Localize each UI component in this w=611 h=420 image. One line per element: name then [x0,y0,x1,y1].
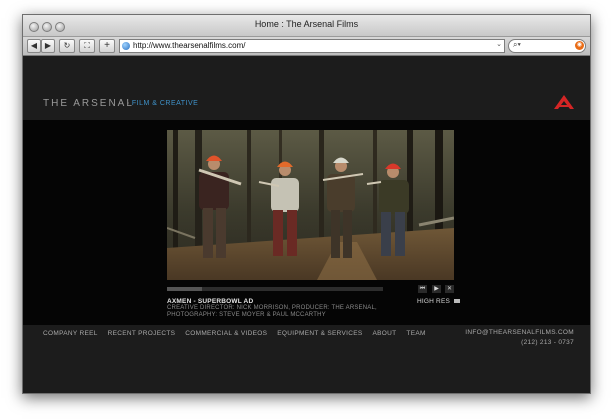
video-progress-bar[interactable] [167,287,383,291]
rss-icon[interactable]: ◉ [575,41,584,50]
high-res-link[interactable]: HIGH RES [417,298,461,305]
high-res-icon [454,299,461,304]
reload-button[interactable]: ↻ [59,39,75,53]
footer-nav-item[interactable]: COMPANY REEL [43,330,98,337]
tagline-text: FILM & CREATIVE [131,100,199,107]
contact-email[interactable]: INFO@THEARSENALFILMS.COM [465,328,574,338]
browser-toolbar: ◀ ▶ ↻ ⛶ + http://www.thearsenalfilms.com… [23,37,590,56]
footer-nav-item[interactable]: COMMERCIAL & VIDEOS [185,330,267,337]
video-credits: CREATIVE DIRECTOR: NICK MORRISON, PRODUC… [167,305,377,318]
high-res-label: HIGH RES [417,298,451,305]
play-icon[interactable]: ▶ [432,285,441,293]
video-stage: ⏮ ▶ ✕ AXMEN - SUPERBOWL AD CREATIVE DIRE… [23,120,590,325]
title-bar: Home : The Arsenal Films [23,15,590,37]
site-footer: COMPANY REEL RECENT PROJECTS COMMERCIAL & … [23,325,590,393]
footer-nav-item[interactable]: EQUIPMENT & SERVICES [277,330,362,337]
bullet-icon: › [127,100,130,107]
web-page: THE ARSENAL › FILM & CREATIVE ⏮ ▶ ✕ AXME… [23,56,590,393]
address-bar[interactable]: http://www.thearsenalfilms.com/ ⌄ [119,39,505,53]
url-dropdown-icon[interactable]: ⌄ [496,40,502,48]
forward-button[interactable]: ▶ [41,39,55,53]
footer-nav-item[interactable]: RECENT PROJECTS [108,330,176,337]
footer-nav-item[interactable]: TEAM [406,330,425,337]
contact-info: INFO@THEARSENALFILMS.COM (212) 213 - 073… [465,328,574,348]
search-icon: ⌕▾ [513,40,521,49]
site-logo[interactable]: THE ARSENAL [43,98,134,109]
footer-nav: COMPANY REEL RECENT PROJECTS COMMERCIAL & … [43,330,436,337]
close-player-icon[interactable]: ✕ [445,285,454,293]
add-bookmark-button[interactable]: + [99,39,115,53]
video-frame[interactable] [167,130,454,280]
site-header: THE ARSENAL › FILM & CREATIVE [23,56,590,120]
video-progress-fill [167,287,202,291]
bookmark-button[interactable]: ⛶ [79,39,95,53]
search-field[interactable]: ⌕▾ ◉ [508,39,586,53]
footer-nav-item[interactable]: ABOUT [373,330,397,337]
site-tagline: › FILM & CREATIVE [127,100,198,107]
previous-icon[interactable]: ⏮ [418,285,427,293]
video-title: AXMEN - SUPERBOWL AD [167,298,254,305]
globe-icon [122,42,130,50]
window-title: Home : The Arsenal Films [254,19,359,29]
url-text: http://www.thearsenalfilms.com/ [133,41,246,50]
back-button[interactable]: ◀ [27,39,41,53]
browser-window: Home : The Arsenal Films ◀ ▶ ↻ ⛶ + http:… [22,14,591,394]
brand-mark-icon [554,95,574,109]
contact-phone: (212) 213 - 0737 [521,339,574,346]
